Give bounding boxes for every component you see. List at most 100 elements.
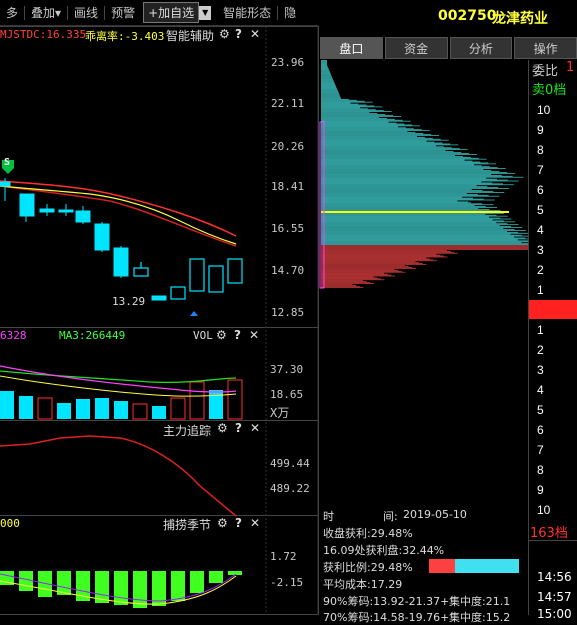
season-bar: [209, 571, 223, 583]
toolbar-item-hide[interactable]: 隐: [278, 4, 302, 21]
chip-bar: [321, 269, 395, 270]
main-force-label[interactable]: 主力追踪: [163, 422, 211, 439]
volume-bar: [76, 399, 90, 419]
season-label[interactable]: 捕捞季节: [163, 516, 211, 533]
add-watchlist-dropdown[interactable]: ▼: [199, 5, 212, 20]
toolbar-item-smart-form[interactable]: 智能形态: [217, 4, 277, 21]
chip-bar: [321, 252, 459, 254]
chip-bar: [321, 132, 416, 133]
vol-label[interactable]: VOL: [193, 329, 213, 342]
chip-bar: [321, 62, 327, 64]
chip-bar: [321, 89, 338, 91]
stock-name: 龙津药业: [492, 11, 548, 27]
tab-analysis[interactable]: 分析: [449, 37, 513, 59]
help-icon[interactable]: ?: [235, 516, 242, 530]
chip-bar: [321, 104, 367, 106]
chip-bar: [321, 115, 394, 116]
toolbar-item-multi[interactable]: 多: [0, 4, 24, 21]
low-price-label: 13.29: [112, 295, 146, 308]
help-icon[interactable]: ?: [234, 328, 241, 342]
chip-bar: [321, 250, 447, 251]
buy-level: 6: [537, 423, 544, 437]
chip-bar: [321, 227, 523, 228]
chip-bar: [321, 249, 529, 250]
chip-bar: [321, 204, 494, 206]
chip-bar: [321, 122, 397, 124]
season-bar: [190, 571, 204, 593]
chip-bar: [321, 231, 519, 233]
gear-icon[interactable]: ⚙: [217, 421, 228, 435]
chip-bar: [321, 270, 402, 272]
sell-level: 7: [537, 163, 544, 177]
close-icon[interactable]: ✕: [250, 27, 260, 41]
chip-bar: [321, 262, 420, 264]
chip-bar: [321, 255, 444, 257]
main-force-line: [0, 435, 237, 517]
sell-level: 9: [537, 123, 544, 137]
help-icon[interactable]: ?: [235, 27, 242, 41]
chip-bar: [321, 264, 427, 265]
price-tick: 12.85: [271, 306, 305, 319]
chip-bar: [321, 205, 475, 207]
chip-bar: [321, 73, 331, 74]
chip-bar: [321, 159, 465, 161]
chip-bar: [321, 239, 518, 241]
chip-bar: [321, 69, 329, 71]
chip-bar: [321, 117, 379, 118]
close-icon[interactable]: ✕: [250, 421, 260, 435]
add-watchlist-button[interactable]: +加自选: [143, 2, 200, 23]
chip-bar: [321, 142, 443, 144]
sell-level-count: 卖0档: [532, 83, 567, 98]
close-icon[interactable]: ✕: [250, 516, 260, 530]
chip-bar: [321, 93, 339, 94]
chip-bar: [321, 202, 471, 204]
chip-bar: [321, 105, 375, 107]
chip-bar: [321, 212, 505, 214]
chip-bar: [321, 210, 501, 211]
gear-icon[interactable]: ⚙: [217, 516, 228, 530]
chip-bar: [321, 96, 341, 97]
chip-bar: [321, 272, 384, 274]
chip-bar: [321, 168, 506, 169]
help-icon[interactable]: ?: [235, 421, 242, 435]
chip-bar: [321, 170, 492, 171]
chip-bar: [321, 219, 493, 221]
chip-bar: [321, 276, 374, 278]
chip-bar: [321, 190, 483, 191]
chip-bar: [321, 136, 417, 137]
chip-bar: [321, 240, 529, 242]
chip-bar: [321, 72, 331, 74]
volume-bar: [152, 406, 166, 419]
volume-bar: [95, 398, 109, 419]
chip-bar: [321, 88, 337, 90]
toolbar-item-overlay[interactable]: 叠加▾: [25, 4, 67, 21]
vol-ma-yellow: [0, 375, 237, 397]
volume-bar: [170, 397, 186, 420]
tab-funds[interactable]: 资金: [384, 37, 448, 59]
tab-pankou[interactable]: 盘口: [320, 37, 383, 59]
chip-bar: [321, 283, 375, 284]
tab-operate[interactable]: 操作: [514, 37, 577, 59]
candle-body: [113, 247, 129, 277]
gear-icon[interactable]: ⚙: [219, 27, 230, 41]
buy-level: 4: [537, 383, 544, 397]
vol-unit: X万: [270, 406, 290, 420]
candle-body: [208, 265, 224, 293]
close-icon[interactable]: ✕: [249, 328, 259, 342]
chip-bar: [321, 113, 378, 114]
toolbar-item-draw-line[interactable]: 画线: [68, 4, 104, 21]
chip-bar: [321, 150, 446, 151]
smart-assist-label[interactable]: 智能辅助: [166, 27, 214, 44]
chip-bar: [321, 71, 330, 73]
chip-bar: [321, 103, 359, 105]
chip-bar: [321, 287, 364, 288]
stock-code: 002750: [438, 8, 497, 24]
chip-bar: [321, 228, 504, 229]
toolbar-item-alert[interactable]: 预警: [105, 4, 141, 21]
chip-bar: [321, 65, 328, 67]
stock-header: 002750 龙津药业: [320, 0, 577, 36]
chip-bar: [321, 267, 413, 268]
chip-bar: [321, 106, 383, 108]
gear-icon[interactable]: ⚙: [216, 328, 227, 342]
chip-bar: [321, 109, 376, 111]
